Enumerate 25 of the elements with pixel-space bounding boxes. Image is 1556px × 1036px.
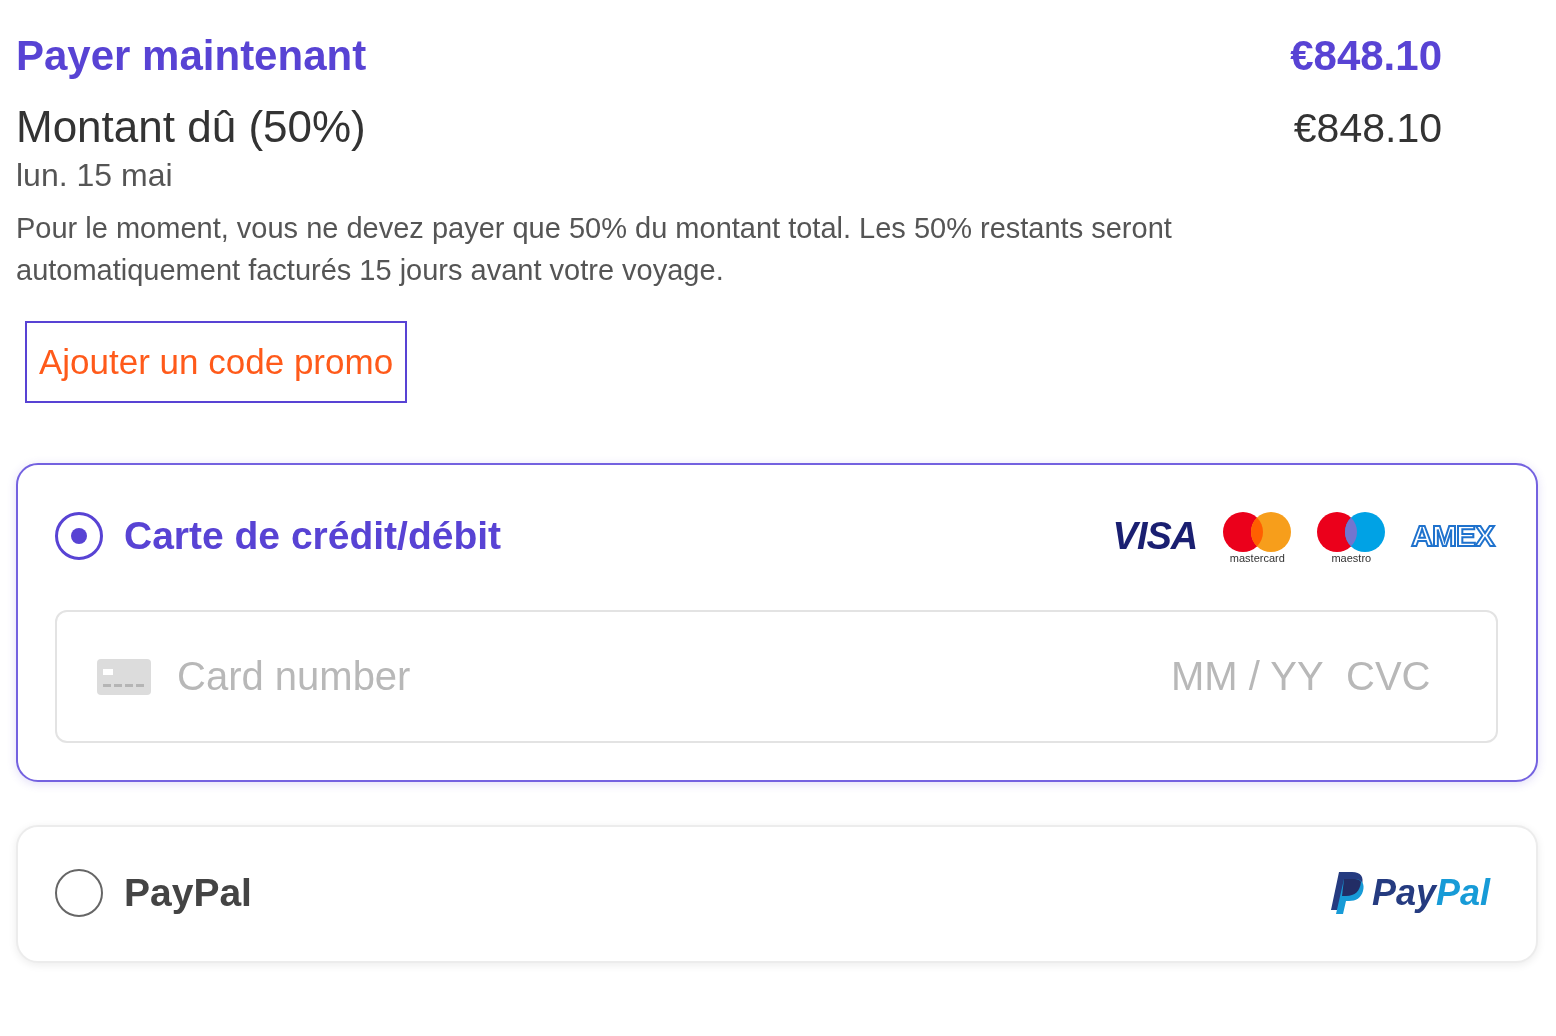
pay-now-amount: €848.10 <box>1290 31 1442 81</box>
payment-option-card[interactable]: Carte de crédit/débit VISA mastercard maestro AMEX Card number MM / YY CVC <box>16 463 1538 782</box>
visa-wordmark: VISA <box>1112 514 1198 558</box>
brand-wordmark: mastercard <box>1229 552 1285 564</box>
payment-option-label: PayPal <box>124 871 252 915</box>
card-details-field[interactable]: Card number MM / YY CVC <box>55 610 1498 743</box>
paypal-wordmark: PayPal <box>1371 872 1490 914</box>
payment-notice: Pour le moment, vous ne devez payer que 50% du montant total. Les 50% restants seront automatiquement facturés 15 jours avant votre voyage. <box>16 211 1173 288</box>
overlapping-circles-icon <box>1223 512 1292 552</box>
radio-button[interactable] <box>55 869 103 917</box>
card-number-field[interactable]: Card number <box>177 651 1171 702</box>
due-date: lun. 15 mai <box>16 156 173 194</box>
overlapping-circles-icon <box>1317 512 1386 552</box>
amex-wordmark: AMEX <box>1411 519 1494 553</box>
double-p-icon <box>1329 871 1366 915</box>
radio-button[interactable] <box>55 512 103 560</box>
cvc-field[interactable]: CVC <box>1346 651 1430 702</box>
expiry-field[interactable]: MM / YY <box>1171 651 1346 702</box>
brand-wordmark: maestro <box>1331 552 1372 564</box>
amount-due-value: €848.10 <box>1293 104 1442 153</box>
pay-now-title: Payer maintenant <box>16 31 367 81</box>
credit-card-icon <box>97 658 151 695</box>
payment-option-card[interactable]: PayPal PayPal <box>16 825 1538 963</box>
payment-option-label: Carte de crédit/débit <box>124 514 502 558</box>
amount-due-label: Montant dû (50%) <box>16 101 366 153</box>
